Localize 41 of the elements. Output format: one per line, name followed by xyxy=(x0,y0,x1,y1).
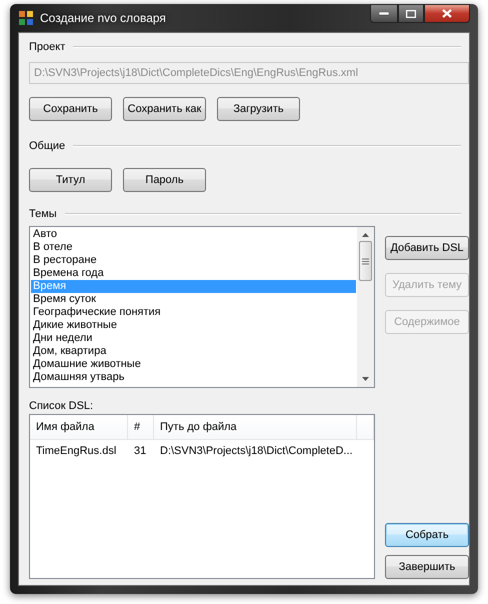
group-label: Проект xyxy=(29,41,66,53)
table-cell-text: D:\SVN3\Projects\j18\Dict\CompleteD... xyxy=(159,444,354,459)
list-item[interactable]: В ресторане xyxy=(31,254,356,267)
list-item[interactable]: Географические понятия xyxy=(31,306,356,319)
column-header[interactable]: Путь до файла xyxy=(154,415,357,439)
button[interactable]: Добавить DSL xyxy=(385,236,469,260)
app-icon xyxy=(18,10,34,26)
column-header[interactable]: # xyxy=(128,415,154,439)
button[interactable]: Сохранить как xyxy=(123,97,206,121)
list-item[interactable]: В отеле xyxy=(31,241,356,254)
scroll-thumb[interactable] xyxy=(359,241,372,281)
list-item[interactable]: Дикие животные xyxy=(31,319,356,332)
column-header[interactable]: Имя файла xyxy=(30,415,128,439)
minimize-button[interactable] xyxy=(370,4,398,23)
scroll-up-icon[interactable] xyxy=(362,233,369,237)
close-button[interactable] xyxy=(424,4,470,23)
button[interactable]: Пароль xyxy=(123,168,206,192)
table-cell-text: TimeEngRus.dsl xyxy=(35,444,118,459)
minimize-icon xyxy=(379,12,389,16)
button[interactable]: Собрать xyxy=(385,523,469,547)
button[interactable]: Сохранить xyxy=(29,97,112,121)
group-label: Общие xyxy=(29,140,66,152)
maximize-icon xyxy=(406,10,416,18)
button[interactable]: Титул xyxy=(29,168,112,192)
list-item[interactable]: Авто xyxy=(31,228,356,241)
button[interactable]: Загрузить xyxy=(217,97,300,121)
section-label: Список DSL: xyxy=(29,400,94,412)
table-cell-text: 31 xyxy=(133,444,148,459)
maximize-button[interactable] xyxy=(398,4,424,23)
list-item[interactable]: Времена года xyxy=(31,267,356,280)
group-label: Темы xyxy=(29,208,57,220)
close-icon xyxy=(442,9,452,18)
list-item[interactable]: Домашние животные xyxy=(31,358,356,371)
list-item[interactable]: Дни недели xyxy=(31,332,356,345)
scroll-down-icon[interactable] xyxy=(362,377,369,381)
scrollbar[interactable] xyxy=(357,227,374,387)
list-item[interactable]: Время суток xyxy=(31,293,356,306)
window-title: Создание nvo словаря xyxy=(40,11,167,25)
list-item[interactable]: Дом, квартира xyxy=(31,345,356,358)
list-item[interactable]: Домашняя утварь xyxy=(31,371,356,384)
button[interactable]: Завершить xyxy=(385,555,469,579)
